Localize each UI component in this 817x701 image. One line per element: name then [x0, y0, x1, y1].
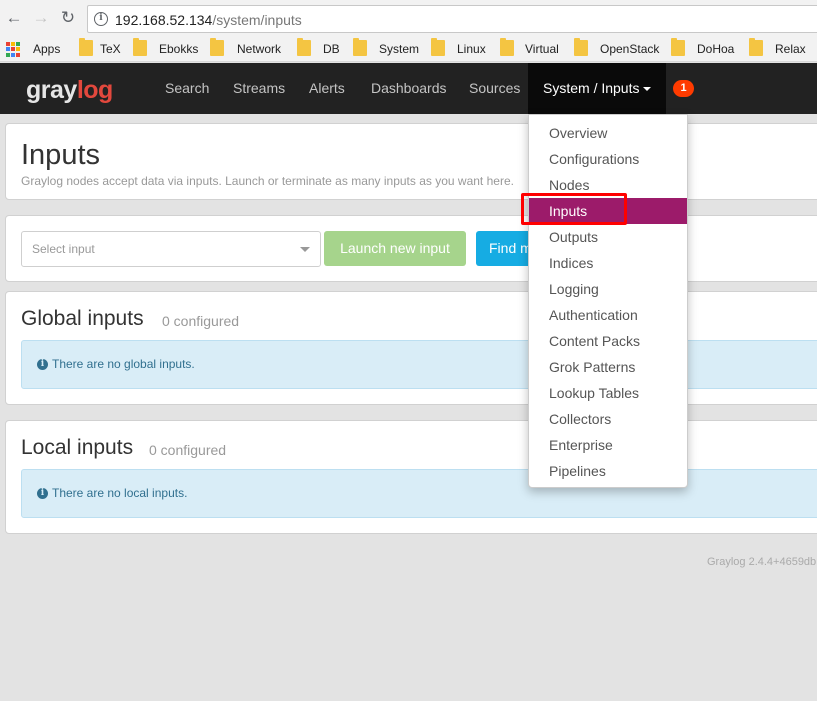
menu-item-pipelines[interactable]: Pipelines — [529, 458, 687, 484]
url-path: /system/inputs — [212, 12, 302, 28]
nav-sources[interactable]: Sources — [469, 63, 520, 114]
select-placeholder: Select input — [32, 242, 95, 256]
footer-version: Graylog 2.4.4+4659db — [707, 556, 817, 568]
menu-item-collectors[interactable]: Collectors — [529, 406, 687, 432]
bookmark-system[interactable]: System — [379, 41, 419, 58]
folder-icon — [133, 38, 147, 56]
bookmarks-bar: Apps TeX Ebokks Network DB System Linux … — [0, 37, 817, 62]
menu-item-authentication[interactable]: Authentication — [529, 302, 687, 328]
apps-dot — [16, 42, 20, 46]
menu-item-logging[interactable]: Logging — [529, 276, 687, 302]
header-panel: Inputs Graylog nodes accept data via inp… — [5, 123, 817, 200]
apps-dot — [6, 47, 10, 52]
info-circle-icon: i — [37, 359, 48, 370]
local-inputs-message: There are no local inputs. — [52, 486, 188, 500]
system-dropdown-menu: Overview Configurations Nodes Inputs Out… — [528, 114, 688, 488]
logo-red-part: log — [76, 76, 114, 104]
caret-down-icon — [643, 87, 652, 92]
nav-dashboards[interactable]: Dashboards — [371, 63, 447, 114]
bookmark-apps[interactable]: Apps — [33, 41, 60, 58]
folder-icon — [210, 38, 224, 56]
url-host: 192.168.52.134 — [115, 12, 213, 28]
browser-toolbar: ← → ↻ i 192.168.52.134/system/inputs — [0, 0, 817, 37]
notification-badge[interactable]: 1 — [673, 80, 694, 97]
address-bar[interactable]: i 192.168.52.134/system/inputs — [87, 5, 817, 33]
local-inputs-title: Local inputs — [21, 436, 134, 459]
nav-search[interactable]: Search — [165, 63, 209, 114]
menu-item-configurations[interactable]: Configurations — [529, 146, 687, 172]
nav-system-label: System / Inputs — [543, 80, 640, 96]
page-subtitle: Graylog nodes accept data via inputs. La… — [21, 174, 514, 188]
nav-alerts[interactable]: Alerts — [309, 63, 345, 114]
apps-grid-icon[interactable] — [6, 42, 21, 57]
nav-system-menu[interactable]: System / Inputs — [528, 63, 667, 114]
info-icon[interactable]: i — [94, 12, 108, 26]
apps-dot — [6, 42, 10, 46]
highlight-annotation — [521, 193, 627, 225]
apps-dot — [11, 52, 15, 57]
bookmark-linux[interactable]: Linux — [457, 41, 486, 58]
folder-icon — [431, 38, 445, 56]
menu-item-content-packs[interactable]: Content Packs — [529, 328, 687, 354]
bookmark-db[interactable]: DB — [323, 41, 340, 58]
back-arrow-icon[interactable]: ← — [5, 9, 23, 27]
apps-dot — [16, 47, 20, 52]
bookmark-dohoa[interactable]: DoHoa — [697, 41, 734, 58]
folder-icon — [671, 38, 685, 56]
menu-item-indices[interactable]: Indices — [529, 250, 687, 276]
apps-dot — [6, 52, 10, 57]
menu-item-enterprise[interactable]: Enterprise — [529, 432, 687, 458]
info-circle-icon: i — [37, 488, 48, 499]
folder-icon — [79, 38, 93, 56]
bookmark-relax[interactable]: Relax — [775, 41, 806, 58]
folder-icon — [500, 38, 514, 56]
folder-icon — [353, 38, 367, 56]
nav-streams[interactable]: Streams — [233, 63, 285, 114]
folder-icon — [749, 38, 763, 56]
graylog-logo[interactable]: graylog — [26, 76, 113, 105]
local-inputs-alert: i There are no local inputs. — [21, 469, 817, 518]
select-input-dropdown[interactable]: Select input — [21, 231, 321, 267]
bookmark-network[interactable]: Network — [237, 41, 281, 58]
graylog-navbar: graylog Search Streams Alerts Dashboards… — [0, 63, 817, 114]
launch-new-input-button[interactable]: Launch new input — [324, 231, 466, 266]
menu-item-outputs[interactable]: Outputs — [529, 224, 687, 250]
url-text[interactable]: 192.168.52.134/system/inputs — [115, 12, 302, 28]
global-inputs-alert: i There are no global inputs. — [21, 340, 817, 389]
forward-arrow-icon[interactable]: → — [32, 9, 50, 27]
bookmark-openstack[interactable]: OpenStack — [600, 41, 659, 58]
bookmark-tex[interactable]: TeX — [100, 41, 121, 58]
menu-item-overview[interactable]: Overview — [529, 120, 687, 146]
bookmark-virtual[interactable]: Virtual — [525, 41, 559, 58]
apps-dot — [11, 42, 15, 46]
global-inputs-count: 0 configured — [162, 313, 240, 329]
local-inputs-count: 0 configured — [149, 442, 227, 458]
menu-item-lookup-tables[interactable]: Lookup Tables — [529, 380, 687, 406]
global-inputs-message: There are no global inputs. — [52, 357, 195, 371]
page-title: Inputs — [21, 139, 100, 171]
apps-dot — [11, 47, 15, 52]
folder-icon — [574, 38, 588, 56]
apps-dot — [16, 52, 20, 57]
dropdown-arrow-icon — [300, 247, 310, 252]
menu-item-grok-patterns[interactable]: Grok Patterns — [529, 354, 687, 380]
logo-gray-part: gray — [26, 76, 77, 104]
global-inputs-title: Global inputs — [21, 307, 144, 330]
bookmark-ebokks[interactable]: Ebokks — [159, 41, 198, 58]
folder-icon — [297, 38, 311, 56]
reload-icon[interactable]: ↻ — [59, 9, 77, 27]
